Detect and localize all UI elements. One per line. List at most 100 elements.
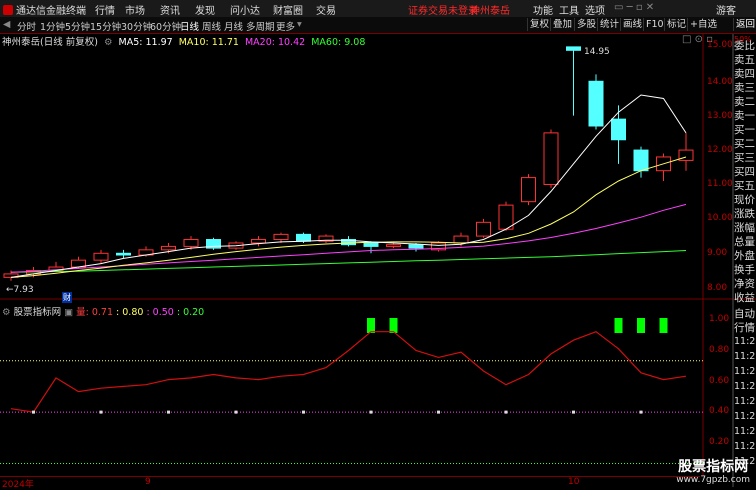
marker-dot — [572, 410, 575, 414]
tab-30min[interactable]: 30分钟 — [121, 19, 152, 33]
menu-item-options[interactable]: 选项 — [585, 2, 605, 17]
indicator-value-2: : 0.80 — [116, 307, 144, 318]
indicator-settings-icon[interactable]: ⚙ — [2, 307, 11, 318]
btn-add-watchlist[interactable]: +自选 — [687, 18, 719, 31]
side-label-change: 涨跌 — [734, 208, 755, 220]
low-price-value: 7.93 — [13, 285, 34, 295]
btn-draw[interactable]: 画线 — [620, 18, 644, 31]
marker-dot — [504, 410, 508, 414]
side-label-sell5: 卖五 — [734, 54, 755, 66]
menu-item-ask[interactable]: 问小达 — [230, 2, 260, 17]
signal-bar — [367, 318, 375, 333]
candle-body — [116, 252, 131, 256]
tab-monthly[interactable]: 月线 — [224, 19, 243, 33]
menu-item-tools[interactable]: 工具 — [559, 2, 579, 17]
menu-item-discover[interactable]: 发现 — [195, 2, 215, 17]
menu-item-function[interactable]: 功能 — [533, 2, 553, 17]
tab-60min[interactable]: 60分钟 — [150, 19, 181, 33]
candle-body — [296, 233, 311, 242]
price-tick: 13.00 — [707, 111, 733, 121]
indicator-value-1: 量: 0.71 — [76, 307, 113, 318]
menu-item-market[interactable]: 市场 — [125, 2, 145, 17]
login-notice[interactable]: 证券交易未登录 — [408, 2, 478, 17]
settings-icon[interactable]: ⚙ — [104, 37, 113, 48]
candle-body — [498, 204, 514, 230]
tab-weekly[interactable]: 周线 — [202, 19, 221, 33]
watermark-url: www.7gpzb.com — [676, 475, 750, 485]
candle-body — [588, 80, 604, 127]
menu-item-trade[interactable]: 交易 — [316, 2, 336, 17]
low-price-label: ←7.93 — [6, 285, 34, 295]
side-label-sell3: 卖三 — [734, 82, 755, 94]
info-marker-icon[interactable]: 财 — [62, 292, 72, 303]
candle-body — [543, 132, 559, 185]
candle-body — [183, 239, 199, 247]
watermark-title: 股票指标网 — [678, 459, 749, 475]
btn-back[interactable]: 返回 — [733, 18, 756, 31]
main-legend: 神州泰岳(日线 前复权) ⚙ MA5: 11.97 MA10: 11.71 MA… — [0, 34, 700, 48]
indicator-value-3: : 0.50 — [146, 307, 174, 318]
candle-body — [251, 239, 266, 244]
side-label-quotes[interactable]: 行情 — [734, 320, 756, 335]
time-label: 11:26 — [734, 366, 756, 377]
moving-averages — [10, 94, 687, 278]
price-tick: 10.00 — [707, 213, 733, 223]
btn-f10[interactable]: F10 — [643, 18, 666, 31]
side-label-buy4: 买四 — [734, 166, 755, 178]
price-tick: 11.00 — [707, 179, 733, 189]
tab-1-tick[interactable]: 分时 — [17, 19, 36, 33]
period-toolbar: ◀ 分时 1分钟 5分钟 15分钟 30分钟 60分钟 日线 周线 月线 多周期… — [0, 17, 756, 34]
side-label-change-pct: 涨幅 — [734, 222, 755, 234]
tab-1min[interactable]: 1分钟 — [40, 19, 65, 33]
time-label: 11:26 — [734, 381, 756, 392]
prev-icon[interactable]: ◀ — [3, 19, 10, 30]
app-logo: 通达信金融终端 — [3, 2, 86, 17]
date-axis: 2024年 9 10 — [0, 476, 700, 490]
time-label: 11:26 — [734, 426, 756, 437]
indicator-name: 股票指标网 — [13, 307, 62, 318]
price-tick: 9.00 — [707, 248, 728, 258]
indicator-legend: ⚙ 股票指标网 ▣ 量: 0.71 : 0.80 : 0.50 : 0.20 — [0, 304, 204, 318]
side-label-buy1: 买一 — [734, 124, 755, 136]
side-label-turnover: 换手 — [734, 264, 755, 276]
indicator-lock-icon[interactable]: ▣ — [64, 307, 73, 318]
btn-stats[interactable]: 统计 — [597, 18, 621, 31]
menu-item-quotes[interactable]: 行情 — [95, 2, 115, 17]
tab-daily[interactable]: 日线 — [180, 19, 199, 33]
btn-adjust[interactable]: 复权 — [527, 18, 551, 31]
indicator-tick: 0.80 — [709, 345, 730, 355]
tab-multi-period[interactable]: 多周期 — [246, 19, 275, 33]
menu-item-news[interactable]: 资讯 — [160, 2, 180, 17]
window-controls[interactable]: ▭ ─ ▫ ✕ — [614, 2, 654, 13]
ma5-label: MA5: 11.97 — [118, 37, 173, 48]
side-label-eps: 收益 — [734, 292, 755, 304]
tab-5min[interactable]: 5分钟 — [65, 19, 90, 33]
indicator-tick: 0.60 — [709, 376, 730, 386]
side-label-auto[interactable]: 自动 — [734, 306, 756, 321]
side-label-volume: 总量 — [734, 236, 755, 248]
marker-dot — [99, 410, 103, 414]
chart-canvas[interactable] — [0, 0, 756, 487]
signal-bar — [659, 318, 668, 333]
guest-label[interactable]: 游客 — [716, 2, 736, 17]
btn-mark[interactable]: 标记 — [664, 18, 688, 31]
price-tick: 8.00 — [707, 283, 728, 293]
tab-more[interactable]: 更多 — [276, 19, 295, 33]
indicator-line — [10, 331, 687, 413]
indicator-chart — [0, 318, 703, 464]
ma60-label: MA60: 9.08 — [311, 37, 366, 48]
more-chevron-icon[interactable]: ▾ — [297, 19, 302, 30]
marker-dot — [639, 410, 643, 414]
side-label-sell1: 卖一 — [734, 110, 755, 122]
btn-multi-stock[interactable]: 多股 — [574, 18, 598, 31]
menu-item-wealth[interactable]: 财富圈 — [273, 2, 303, 17]
signal-bar — [637, 318, 645, 333]
btn-overlay[interactable]: 叠加 — [550, 18, 574, 31]
menu-bar: 通达信金融终端 行情 市场 资讯 发现 问小达 财富圈 交易 证券交易未登录 神… — [0, 0, 756, 18]
ma10-label: MA10: 11.71 — [178, 37, 239, 48]
time-label: 11:26 — [734, 336, 756, 347]
date-month-10-label: 10 — [568, 477, 580, 487]
candle-body — [408, 244, 424, 249]
tab-15min[interactable]: 15分钟 — [90, 19, 121, 33]
indicator-value-4: : 0.20 — [176, 307, 205, 318]
